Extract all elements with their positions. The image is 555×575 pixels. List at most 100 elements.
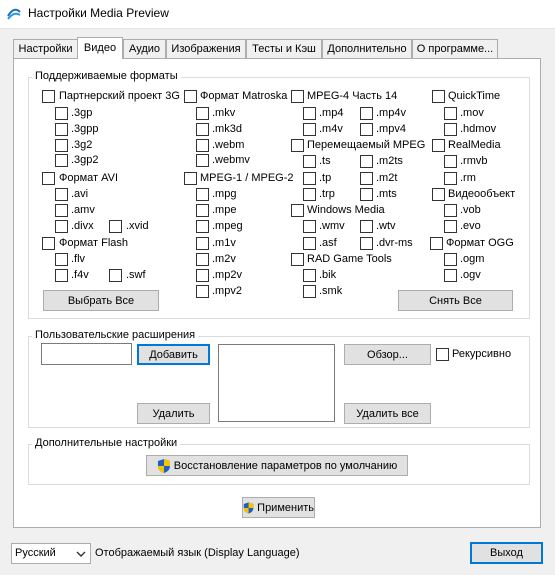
checkbox-ext[interactable] [109, 220, 122, 233]
ext-label: .dvr-ms [376, 237, 413, 249]
checkbox-ext[interactable] [55, 107, 68, 120]
checkbox-ext[interactable] [444, 269, 457, 282]
checkbox-ext[interactable] [444, 107, 457, 120]
checkbox-ext[interactable] [303, 172, 316, 185]
extension-input[interactable] [41, 343, 132, 365]
checkbox-ext[interactable] [303, 188, 316, 201]
tab-advanced[interactable]: Дополнительно [322, 39, 412, 58]
checkbox-ext[interactable] [444, 204, 457, 217]
tab-label: Изображения [171, 43, 241, 55]
checkbox-ext[interactable] [196, 139, 209, 152]
checkbox-ext[interactable] [196, 204, 209, 217]
select-all-button[interactable]: Выбрать Все [43, 290, 159, 311]
remove-all-button[interactable]: Удалить все [344, 403, 431, 424]
checkbox-ext[interactable] [360, 172, 373, 185]
ext-label: .3gp [71, 107, 93, 119]
checkbox-ext[interactable] [196, 107, 209, 120]
checkbox-ext[interactable] [55, 220, 68, 233]
checkbox-ext[interactable] [55, 139, 68, 152]
tab-settings[interactable]: Настройки [13, 39, 78, 58]
checkbox-ext[interactable] [55, 154, 68, 167]
restore-defaults-button[interactable]: Восстановление параметров по умолчанию [146, 455, 408, 476]
checkbox-ext[interactable] [196, 253, 209, 266]
apply-button[interactable]: Применить [242, 497, 315, 518]
checkbox-ext[interactable] [109, 269, 122, 282]
checkbox-mpeg12[interactable] [184, 172, 197, 185]
remove-extension-button[interactable]: Удалить [137, 403, 210, 424]
checkbox-ext[interactable] [55, 269, 68, 282]
checkbox-label: Партнерский проект 3G [59, 90, 180, 102]
ext-label: .evo [460, 220, 481, 232]
ext-label: .3gp2 [71, 154, 99, 166]
group-title: Дополнительные настройки [32, 437, 181, 449]
tab-label: Аудио [128, 43, 161, 55]
checkbox-ext[interactable] [55, 204, 68, 217]
checkbox-ext[interactable] [55, 123, 68, 136]
tab-tests-cache[interactable]: Тесты и Кэш [246, 39, 322, 58]
checkbox-ext[interactable] [196, 188, 209, 201]
checkbox-ext[interactable] [360, 220, 373, 233]
checkbox-3g-partner[interactable] [42, 90, 55, 103]
checkbox-ext[interactable] [303, 220, 316, 233]
checkbox-ext[interactable] [303, 123, 316, 136]
checkbox-mpeg4[interactable] [291, 90, 304, 103]
checkbox-ext[interactable] [196, 220, 209, 233]
ext-label: .trp [319, 188, 335, 200]
checkbox-ext[interactable] [444, 172, 457, 185]
checkbox-ext[interactable] [303, 285, 316, 298]
ext-label: .ts [319, 155, 331, 167]
ext-label: .3g2 [71, 139, 93, 151]
checkbox-label: Видеообъект [448, 188, 516, 200]
tab-about[interactable]: О программе... [412, 39, 498, 58]
checkbox-ext[interactable] [196, 285, 209, 298]
checkbox-ext[interactable] [303, 269, 316, 282]
checkbox-ext[interactable] [55, 188, 68, 201]
checkbox-windows-media[interactable] [291, 204, 304, 217]
checkbox-matroska[interactable] [184, 90, 197, 103]
checkbox-ext[interactable] [444, 123, 457, 136]
ext-label: .f4v [71, 269, 89, 281]
checkbox-ext[interactable] [55, 253, 68, 266]
ext-label: .mp4v [376, 107, 406, 119]
ext-label: .mpv4 [376, 123, 406, 135]
checkbox-recursive[interactable] [436, 348, 449, 361]
ext-label: .mpe [212, 204, 237, 216]
language-select[interactable]: Русский [11, 543, 91, 564]
checkbox-video-object[interactable] [432, 188, 445, 201]
checkbox-ext[interactable] [444, 253, 457, 266]
checkbox-ext[interactable] [196, 154, 209, 167]
checkbox-ext[interactable] [444, 155, 457, 168]
exit-button[interactable]: Выход [470, 542, 543, 564]
checkbox-label: Формат OGG [446, 237, 514, 249]
tab-video[interactable]: Видео [77, 37, 123, 59]
checkbox-flash[interactable] [42, 237, 55, 250]
extensions-listbox[interactable] [218, 344, 335, 422]
checkbox-avi[interactable] [42, 172, 55, 185]
tab-audio[interactable]: Аудио [123, 39, 166, 58]
checkbox-ext[interactable] [196, 237, 209, 250]
checkbox-label: Рекурсивно [452, 348, 512, 360]
checkbox-ext[interactable] [360, 155, 373, 168]
checkbox-label: Windows Media [307, 204, 385, 216]
checkbox-ext[interactable] [303, 155, 316, 168]
checkbox-ext[interactable] [360, 123, 373, 136]
browse-button[interactable]: Обзор... [344, 344, 431, 365]
checkbox-rad-game-tools[interactable] [291, 253, 304, 266]
checkbox-ext[interactable] [196, 269, 209, 282]
ext-label: .vob [460, 204, 481, 216]
checkbox-mpeg-ts[interactable] [291, 139, 304, 152]
checkbox-ext[interactable] [196, 123, 209, 136]
checkbox-ext[interactable] [360, 188, 373, 201]
group-title: Пользовательские расширения [32, 329, 199, 341]
checkbox-ext[interactable] [360, 107, 373, 120]
add-extension-button[interactable]: Добавить [137, 344, 210, 365]
deselect-all-button[interactable]: Снять Все [398, 290, 513, 311]
checkbox-ext[interactable] [444, 220, 457, 233]
checkbox-ext[interactable] [360, 237, 373, 250]
checkbox-quicktime[interactable] [432, 90, 445, 103]
tab-images[interactable]: Изображения [166, 39, 246, 58]
checkbox-ext[interactable] [303, 107, 316, 120]
checkbox-ext[interactable] [303, 237, 316, 250]
checkbox-ogg[interactable] [430, 237, 443, 250]
checkbox-realmedia[interactable] [432, 139, 445, 152]
